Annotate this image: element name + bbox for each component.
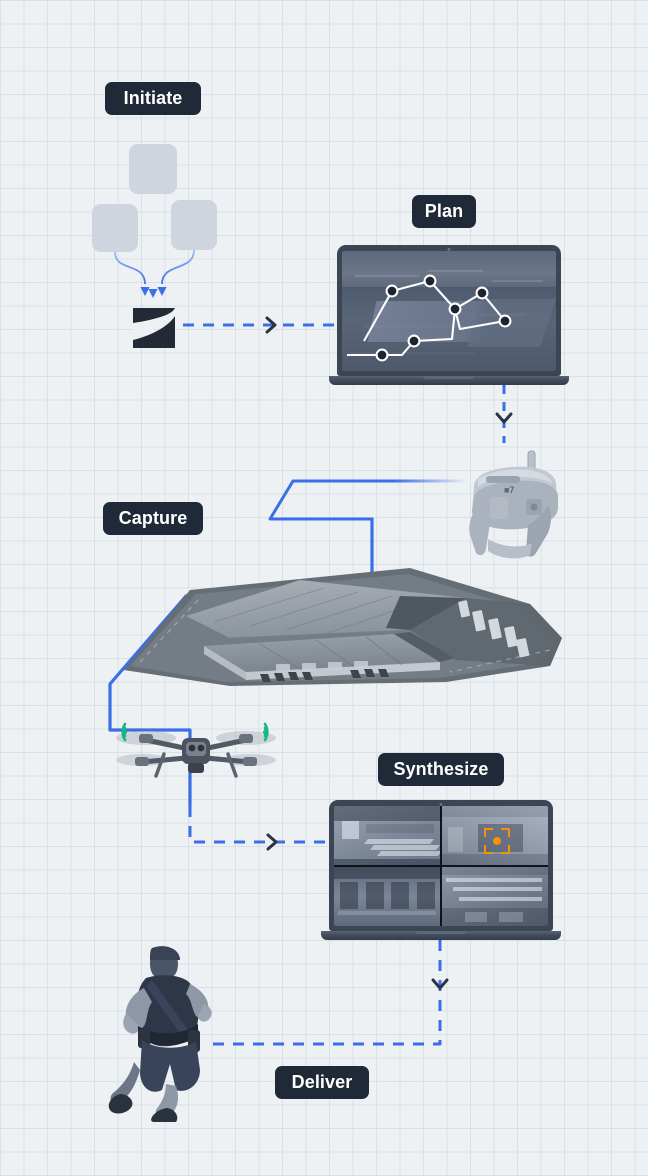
step-badge-capture: Capture: [103, 502, 203, 535]
initiate-arrowheads: [140, 287, 167, 298]
connector-synthesize-to-deliver: [205, 940, 442, 1046]
target-reticle-icon: [484, 828, 511, 855]
signal-waves-left-icon: [121, 722, 128, 742]
source-node-top: [129, 144, 177, 194]
step-badge-deliver: Deliver: [275, 1066, 369, 1099]
laptop-base: [321, 931, 561, 940]
panel-bay-doors: [334, 867, 440, 926]
signal-waves-right-icon: [262, 722, 269, 742]
source-node-right: [171, 200, 217, 250]
connector-drone-to-synthesize-chevron: [266, 833, 278, 851]
drone-camera-lens: [188, 744, 196, 752]
waypoint-markers: [375, 274, 512, 362]
flight-path-overlay: [347, 274, 512, 362]
trackpad-notch: [415, 931, 467, 934]
four-panel-image-grid: [334, 806, 548, 926]
connector-controller-to-capture: [268, 479, 470, 521]
drone-gimbal: [188, 763, 204, 773]
laptop-lid: [329, 800, 553, 931]
synthesize-laptop: [321, 800, 561, 940]
workflow-diagram: Initiate Plan ■7 Capture Synthesize Deli…: [0, 0, 648, 1176]
plan-laptop-screen: [342, 251, 556, 371]
laptop-base: [329, 376, 569, 385]
step-badge-plan: Plan: [412, 195, 476, 228]
plan-laptop: [329, 245, 569, 385]
quadcopter-drone: [116, 731, 276, 778]
synthesize-laptop-screen: [334, 806, 548, 926]
source-node-left: [92, 204, 138, 252]
responder-silhouette: [108, 946, 212, 1122]
panel-detected-object: [442, 806, 548, 865]
running-responder-figure: [108, 946, 212, 1122]
trackpad-notch: [423, 376, 475, 379]
laptop-lid: [337, 245, 561, 376]
step-badge-initiate: Initiate: [105, 82, 201, 115]
connector-plan-to-controller-chevron: [495, 412, 513, 424]
drone-remote-controller: ■7: [469, 450, 558, 559]
svg-text:■7: ■7: [504, 485, 514, 495]
panel-loading-dock: [334, 806, 440, 865]
panel-inventory-racks: [442, 867, 548, 926]
step-badge-synthesize: Synthesize: [378, 753, 504, 786]
company-logo-mark: [133, 308, 176, 348]
